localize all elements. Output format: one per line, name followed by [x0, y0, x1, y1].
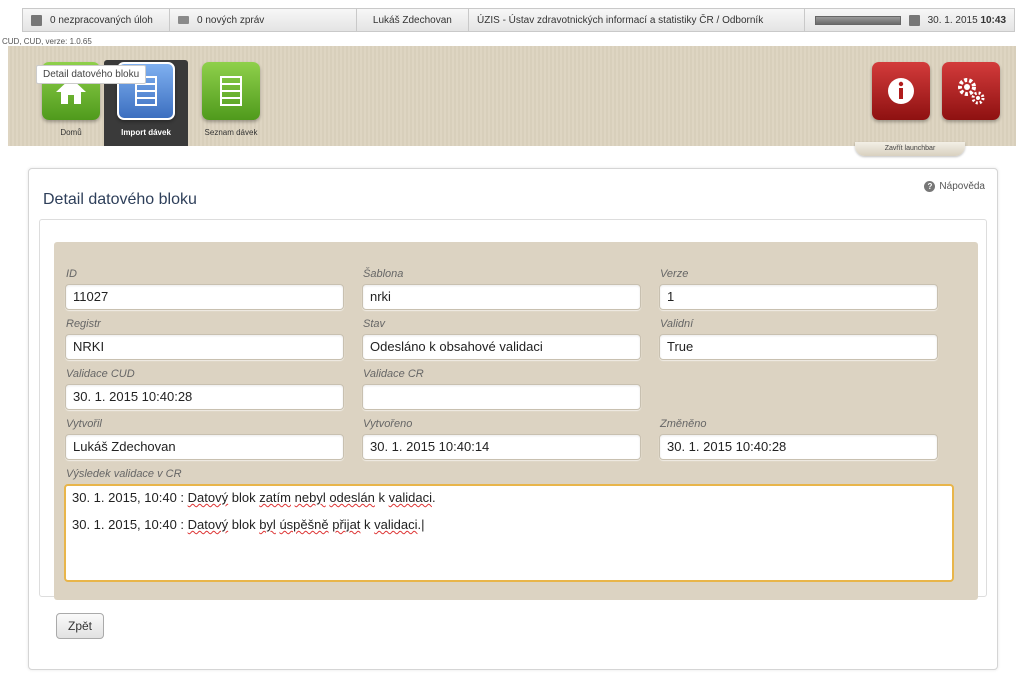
cr-result-textarea[interactable]: 30. 1. 2015, 10:40 : Datový blok zatím n…: [64, 484, 954, 582]
help-icon: ?: [924, 181, 936, 192]
template-label: Šablona: [363, 268, 404, 280]
created-at-field[interactable]: 30. 1. 2015 10:40:14: [362, 434, 641, 460]
cr-validation-label: Validace CR: [363, 368, 424, 380]
template-field[interactable]: nrki: [362, 284, 641, 310]
messages-indicator[interactable]: 0 nových zpráv: [170, 9, 357, 31]
id-label: ID: [66, 268, 77, 280]
version-field-label: Verze: [660, 268, 689, 280]
created-at-label: Vytvořeno: [363, 418, 413, 430]
status-bar: 0 nezpracovaných úloh 0 nových zpráv Luk…: [22, 8, 1015, 32]
result-line-1: 30. 1. 2015, 10:40 : Datový blok zatím n…: [72, 490, 436, 505]
modified-at-label: Změněno: [660, 418, 707, 430]
current-time: 10:43: [980, 14, 1007, 26]
status-field[interactable]: Odesláno k obsahové validaci: [362, 334, 641, 360]
launchbar: Domů Import dávek Seznam dávek: [8, 46, 1016, 146]
launch-import-label: Import dávek: [121, 128, 171, 137]
user-name[interactable]: Lukáš Zdechovan: [357, 9, 470, 31]
valid-label: Validní: [660, 318, 694, 330]
cud-validation-label: Validace CUD: [66, 368, 135, 380]
id-field[interactable]: 11027: [65, 284, 344, 310]
clock-area: 30. 1. 2015 10:43: [805, 9, 1014, 31]
status-label: Stav: [363, 318, 386, 330]
gear-icon: [942, 62, 1000, 120]
modified-at-field[interactable]: 30. 1. 2015 10:40:28: [659, 434, 938, 460]
help-link[interactable]: ? Nápověda: [924, 181, 985, 192]
cr-result-label: Výsledek validace v CR: [66, 468, 182, 480]
version-field[interactable]: 1: [659, 284, 938, 310]
cr-validation-field[interactable]: [362, 384, 641, 410]
cud-validation-field[interactable]: 30. 1. 2015 10:40:28: [65, 384, 344, 410]
main-panel: Detail datového bloku ? Nápověda: [28, 168, 998, 670]
current-date: 30. 1. 2015: [927, 14, 978, 26]
fieldset-legend: Detail datového bloku: [36, 65, 147, 84]
settings-button[interactable]: [928, 60, 1014, 146]
envelope-icon: [178, 16, 190, 24]
info-icon: [872, 62, 930, 120]
page-title: Detail datového bloku: [43, 191, 197, 208]
tasks-count-label: 0 nezpracovaných úloh: [50, 14, 153, 26]
messages-count-label: 0 nových zpráv: [197, 14, 265, 26]
registry-label: Registr: [66, 318, 101, 330]
created-by-label: Vytvořil: [66, 418, 102, 430]
launch-list-label: Seznam dávek: [204, 128, 258, 137]
tasks-indicator[interactable]: 0 nezpracovaných úloh: [23, 9, 171, 31]
registry-field[interactable]: NRKI: [65, 334, 344, 360]
back-button[interactable]: Zpět: [56, 613, 104, 639]
calendar-icon: [908, 14, 920, 26]
launch-list[interactable]: Seznam dávek: [188, 60, 274, 146]
help-label: Nápověda: [939, 181, 985, 192]
result-line-2: 30. 1. 2015, 10:40 : Datový blok byl úsp…: [72, 517, 425, 532]
created-by-field[interactable]: Lukáš Zdechovan: [65, 434, 344, 460]
user-name-label: Lukáš Zdechovan: [372, 14, 452, 26]
session-progress-bar: [814, 15, 901, 25]
version-label: CUD, CUD, verze: 1.0.65: [2, 37, 92, 46]
organization-role[interactable]: ÚZIS - Ústav zdravotnických informací a …: [469, 9, 805, 31]
valid-field[interactable]: True: [659, 334, 938, 360]
organization-label: ÚZIS - Ústav zdravotnických informací a …: [477, 14, 764, 26]
launch-home-label: Domů: [60, 128, 82, 137]
task-icon: [31, 14, 42, 26]
close-launchbar-button[interactable]: Zavřít launchbar: [855, 142, 965, 156]
batch-list-icon: [202, 62, 260, 120]
